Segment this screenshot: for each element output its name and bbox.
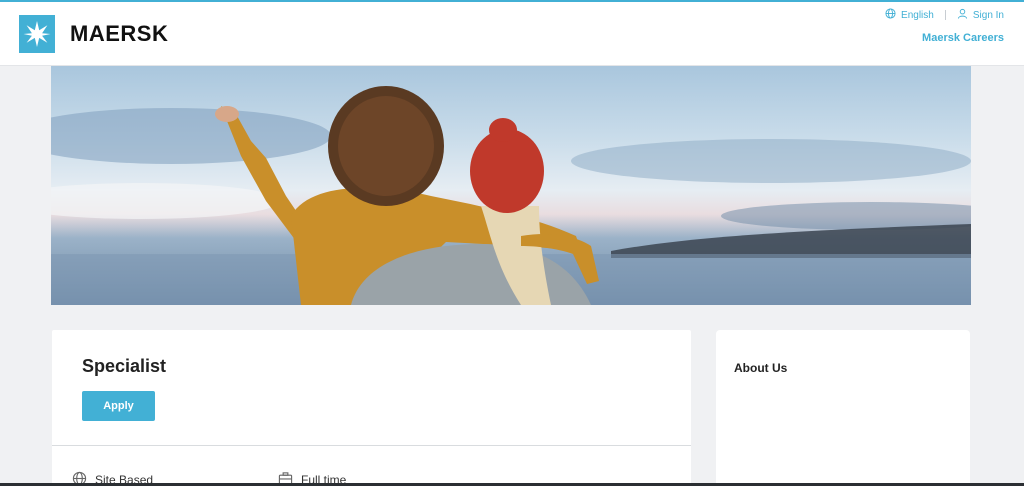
- card-divider: [52, 445, 691, 446]
- brand-name: MAERSK: [70, 21, 169, 46]
- job-card: Specialist Apply Site Based Full time: [52, 330, 691, 486]
- language-label: English: [901, 9, 934, 21]
- maersk-logo[interactable]: MAERSK: [19, 15, 168, 53]
- signin-link[interactable]: Sign In: [957, 8, 1004, 22]
- top-links: English Sign In: [885, 8, 1004, 22]
- maersk-star-icon: [19, 15, 55, 53]
- signin-label: Sign In: [972, 9, 1004, 21]
- hero-banner-image: [51, 66, 971, 305]
- user-icon: [957, 8, 968, 22]
- link-separator: [944, 10, 946, 20]
- apply-button[interactable]: Apply: [82, 391, 155, 421]
- language-selector[interactable]: English: [885, 8, 934, 22]
- maersk-careers-link[interactable]: Maersk Careers: [922, 32, 1004, 44]
- job-title: Specialist: [82, 356, 167, 376]
- about-us-title: About Us: [734, 361, 788, 375]
- site-header: MAERSK English Sign In Maersk Careers: [0, 2, 1024, 66]
- about-us-card: About Us: [716, 330, 970, 486]
- globe-icon: [885, 8, 896, 22]
